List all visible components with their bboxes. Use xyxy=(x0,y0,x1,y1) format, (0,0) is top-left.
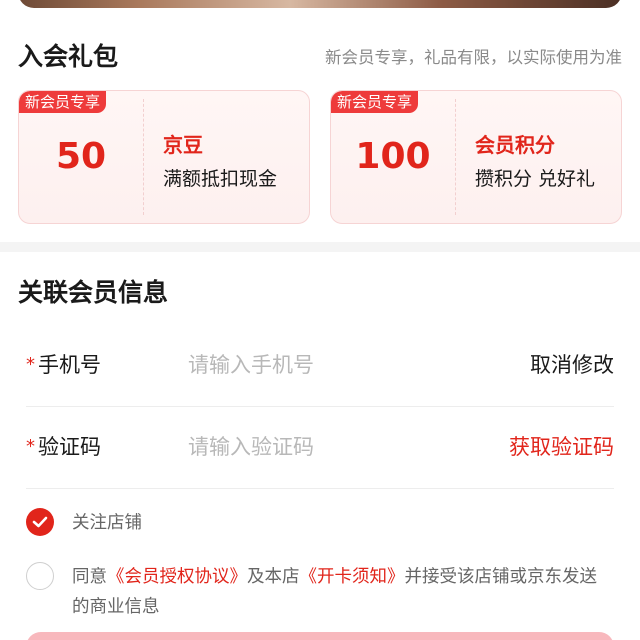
gift-name: 京豆 xyxy=(163,133,203,157)
gift-card-points: 新会员专享 100 会员积分 攒积分 兑好礼 xyxy=(330,90,622,224)
cancel-edit-button[interactable]: 取消修改 xyxy=(530,350,614,380)
agreement-text: 同意《会员授权协议》及本店《开卡须知》并接受该店铺或京东发送的商业信息 xyxy=(72,562,612,622)
gift-description: 满额抵扣现金 xyxy=(163,168,278,190)
gift-value: 100 xyxy=(355,136,431,177)
get-code-button[interactable]: 获取验证码 xyxy=(509,432,614,462)
gift-section-header: 入会礼包 新会员专享，礼品有限，以实际使用为准 xyxy=(18,40,622,76)
phone-label-text: 手机号 xyxy=(38,353,101,377)
member-auth-agreement-link[interactable]: 《会员授权协议》 xyxy=(107,567,247,587)
phone-field-row: *手机号 取消修改 xyxy=(26,326,614,407)
agreement-prefix: 同意 xyxy=(72,567,107,587)
member-info-title: 关联会员信息 xyxy=(18,278,169,307)
gift-card-jingdou: 新会员专享 50 京豆 满额抵扣现金 xyxy=(18,90,310,224)
checkmark-icon xyxy=(32,516,48,528)
gift-section-title: 入会礼包 xyxy=(18,42,119,71)
follow-store-label: 关注店铺 xyxy=(72,513,142,533)
agreement-middle: 及本店 xyxy=(247,567,300,587)
section-separator xyxy=(0,242,640,252)
member-signup-page: 入会礼包 新会员专享，礼品有限，以实际使用为准 新会员专享 50 京豆 满额抵扣… xyxy=(0,0,640,640)
required-mark: * xyxy=(26,436,35,457)
code-label-text: 验证码 xyxy=(38,435,101,459)
gift-description: 攒积分 兑好礼 xyxy=(475,168,596,190)
new-member-tag: 新会员专享 xyxy=(331,91,419,113)
new-member-tag: 新会员专享 xyxy=(19,91,107,113)
phone-label: * 手机号 xyxy=(26,350,101,380)
gift-value: 50 xyxy=(55,136,107,177)
follow-store-checkbox[interactable] xyxy=(26,508,54,536)
phone-input[interactable] xyxy=(188,348,448,382)
agreement-checkbox[interactable] xyxy=(26,562,54,590)
gift-name: 会员积分 xyxy=(475,133,555,157)
required-mark: * xyxy=(26,354,35,375)
top-banner-image xyxy=(18,0,622,8)
code-field-row: *验证码 获取验证码 xyxy=(26,408,614,489)
verification-code-input[interactable] xyxy=(188,430,448,464)
card-divider xyxy=(455,99,456,215)
card-divider xyxy=(143,99,144,215)
submit-button[interactable] xyxy=(26,632,614,640)
card-notice-link[interactable]: 《开卡须知》 xyxy=(300,567,405,587)
code-label: * 验证码 xyxy=(26,432,101,462)
gift-section-note: 新会员专享，礼品有限，以实际使用为准 xyxy=(325,48,622,67)
